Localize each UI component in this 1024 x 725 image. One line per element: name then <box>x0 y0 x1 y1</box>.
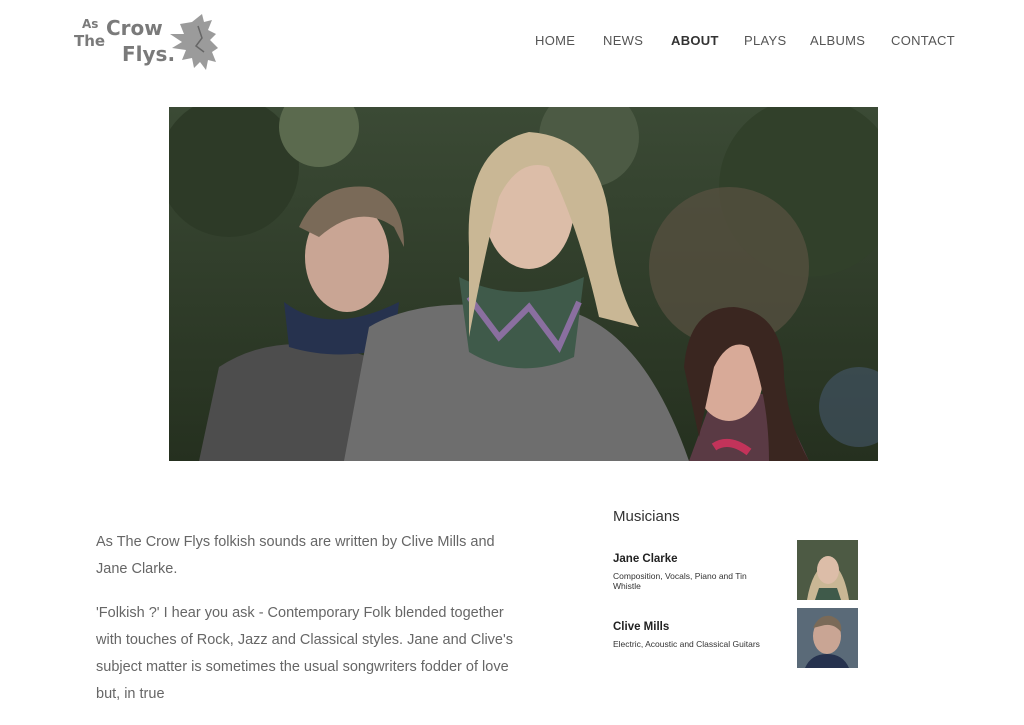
nav-albums[interactable]: ALBUMS <box>810 33 865 48</box>
musicians-heading: Musicians <box>613 508 680 525</box>
main-nav: HOME NEWS ABOUT PLAYS ALBUMS CONTACT <box>0 33 1024 53</box>
musician-card: Clive Mills Electric, Acoustic and Class… <box>613 608 863 668</box>
musician-role: Composition, Vocals, Piano and Tin Whist… <box>613 571 747 591</box>
intro-paragraph-2: 'Folkish ?' I hear you ask - Contemporar… <box>96 605 514 702</box>
about-intro: As The Crow Flys folkish sounds are writ… <box>96 529 526 725</box>
nav-contact[interactable]: CONTACT <box>891 33 955 48</box>
nav-home[interactable]: HOME <box>535 33 575 48</box>
musician-photo <box>797 608 858 668</box>
intro-paragraph-1: As The Crow Flys folkish sounds are writ… <box>96 534 495 577</box>
nav-about[interactable]: ABOUT <box>671 33 719 48</box>
logo-word-as: As <box>82 17 99 31</box>
musician-photo <box>797 540 858 600</box>
musician-card: Jane Clarke Composition, Vocals, Piano a… <box>613 540 863 600</box>
band-hero-photo <box>169 107 878 461</box>
nav-news[interactable]: NEWS <box>603 33 643 48</box>
musician-role: Electric, Acoustic and Classical Guitars <box>613 639 760 649</box>
nav-plays[interactable]: PLAYS <box>744 33 786 48</box>
